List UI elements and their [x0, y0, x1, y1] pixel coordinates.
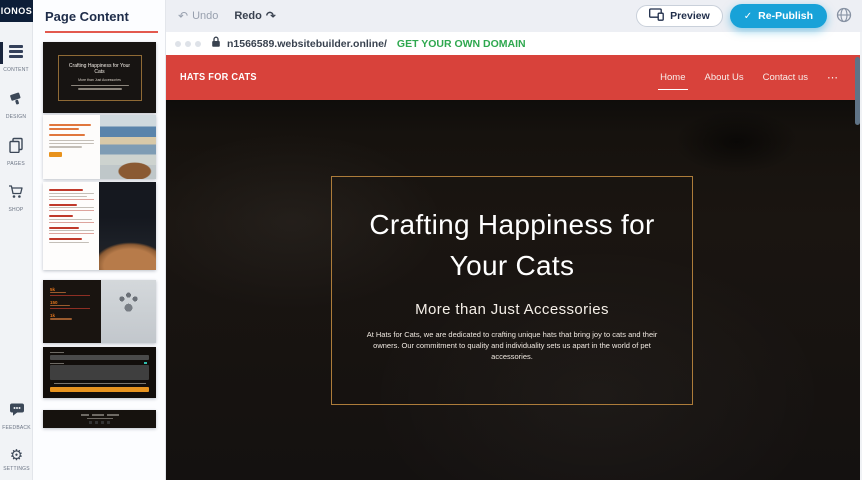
- hero-body-text: At Hats for Cats, we are dedicated to cr…: [360, 329, 664, 362]
- preview-button[interactable]: Preview: [636, 5, 723, 27]
- language-globe-button[interactable]: [834, 6, 854, 26]
- sidebar-item-label: SETTINGS: [3, 466, 30, 472]
- editor-toolbar: ↶ Undo Redo ↷ Preview ✓ Re-Publish: [166, 0, 862, 32]
- redo-icon: ↷: [266, 9, 276, 23]
- thumbnail-features-section[interactable]: [43, 182, 156, 270]
- sidebar-item-label: CONTENT: [3, 67, 29, 73]
- thumbnail-cat-back-photo: [99, 182, 156, 270]
- sidebar-item-feedback[interactable]: FEEDBACK: [0, 398, 33, 435]
- feedback-icon: [9, 402, 25, 422]
- thumbnail-stats-text: 5k 150 1k: [43, 280, 101, 343]
- thumbnail-hero-subtitle: More than Just Accessories: [78, 78, 121, 82]
- thumbnail-text-bar: [71, 85, 129, 87]
- panel-title: Page Content: [45, 9, 165, 24]
- pages-icon: [8, 137, 24, 158]
- nav-link-about-us[interactable]: About Us: [705, 72, 744, 83]
- thumbnail-intro-section[interactable]: [43, 115, 156, 179]
- preview-browser-bar: n1566589.websitebuilder.online/ GET YOUR…: [166, 32, 862, 55]
- thumbnail-feature-items: [43, 182, 99, 270]
- panel-title-underline: [45, 31, 158, 33]
- gear-icon: ⚙: [10, 448, 23, 463]
- thumbnail-cat-street-photo: [100, 115, 156, 179]
- stat-value: 150: [50, 300, 95, 305]
- page-content-panel: Page Content Crafting Happiness for Your…: [33, 0, 166, 480]
- preview-label: Preview: [670, 10, 710, 22]
- site-header: HATS FOR CATS Home About Us Contact us ⋯: [166, 55, 862, 100]
- design-icon: [8, 90, 24, 111]
- thumbnail-social-icons: [89, 421, 110, 424]
- redo-label: Redo: [234, 10, 262, 22]
- canvas-scrollbar-thumb[interactable]: [855, 57, 860, 125]
- site-nav: Home About Us Contact us ⋯: [660, 71, 838, 84]
- sidebar-item-pages[interactable]: PAGES: [0, 133, 32, 171]
- thumbnail-stats-section[interactable]: 5k 150 1k: [43, 280, 156, 343]
- lock-icon: [211, 35, 221, 53]
- redo-button[interactable]: Redo ↷: [234, 9, 276, 23]
- section-thumbnail-list: Crafting Happiness for Your Cats More th…: [43, 42, 156, 428]
- thumbnail-cta-button: [49, 152, 62, 157]
- active-indicator: [0, 42, 3, 64]
- thumbnail-form-textarea: [50, 365, 149, 380]
- hero-title-line1: Crafting Happiness for: [369, 209, 654, 240]
- content-icon: [8, 44, 24, 64]
- republish-label: Re-Publish: [758, 10, 813, 22]
- thumbnail-contact-form-section[interactable]: [43, 347, 156, 398]
- sidebar-item-design[interactable]: DESIGN: [0, 86, 32, 124]
- thumbnail-form-submit-button: [50, 387, 149, 392]
- cart-icon: [8, 184, 24, 204]
- browser-dots: [175, 41, 201, 47]
- thumbnail-form-input: [50, 355, 149, 360]
- site-brand[interactable]: HATS FOR CATS: [180, 72, 257, 83]
- hero-title: Crafting Happiness for Your Cats: [369, 204, 654, 286]
- thumbnail-paw-print-photo: [101, 280, 156, 343]
- ionos-logo: IONOS: [0, 0, 33, 22]
- thumbnail-footer-section[interactable]: [43, 410, 156, 428]
- undo-icon: ↶: [178, 9, 188, 23]
- check-icon: ✓: [744, 11, 752, 22]
- sidebar-item-shop[interactable]: SHOP: [0, 180, 32, 217]
- nav-more-icon[interactable]: ⋯: [827, 71, 838, 84]
- globe-icon: [836, 7, 852, 26]
- undo-button[interactable]: ↶ Undo: [178, 9, 218, 23]
- sidebar-item-label: FEEDBACK: [2, 425, 31, 431]
- republish-button[interactable]: ✓ Re-Publish: [730, 4, 827, 28]
- thumbnail-hero-box: Crafting Happiness for Your Cats More th…: [58, 55, 142, 101]
- devices-icon: [649, 8, 664, 24]
- hero-subtitle: More than Just Accessories: [415, 301, 609, 318]
- sidebar-item-content[interactable]: CONTENT: [0, 40, 32, 77]
- sidebar-item-settings[interactable]: ⚙ SETTINGS: [0, 444, 33, 476]
- thumbnail-hero-title: Crafting Happiness for Your Cats: [65, 63, 135, 75]
- thumbnail-text-bar: [78, 88, 122, 90]
- get-domain-link[interactable]: GET YOUR OWN DOMAIN: [397, 38, 526, 50]
- sidebar-item-label: PAGES: [7, 161, 25, 167]
- site-url: n1566589.websitebuilder.online/: [227, 38, 387, 50]
- hero-framed-box[interactable]: Crafting Happiness for Your Cats More th…: [331, 176, 693, 405]
- nav-link-contact-us[interactable]: Contact us: [763, 72, 808, 83]
- hero-title-line2: Your Cats: [450, 250, 575, 281]
- sidebar-item-label: DESIGN: [6, 114, 26, 120]
- site-hero-section[interactable]: Crafting Happiness for Your Cats More th…: [166, 100, 862, 480]
- sidebar-item-label: SHOP: [9, 207, 24, 213]
- thumbnail-intro-text: [43, 115, 100, 179]
- undo-label: Undo: [192, 10, 218, 22]
- main-area: ↶ Undo Redo ↷ Preview ✓ Re-Publish: [166, 0, 862, 480]
- app-sidebar: IONOS CONTENT DESIGN PAGES SHOP FEEDBACK: [0, 0, 33, 480]
- thumbnail-hero-section[interactable]: Crafting Happiness for Your Cats More th…: [43, 42, 156, 113]
- nav-link-home[interactable]: Home: [660, 72, 685, 83]
